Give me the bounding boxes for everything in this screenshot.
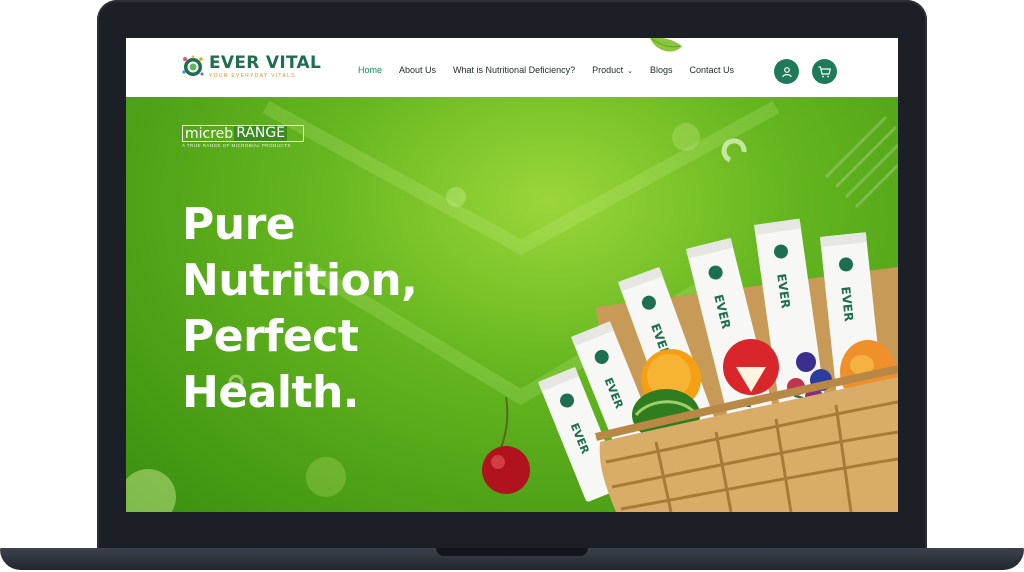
- hero-title-line: Nutrition,: [182, 255, 418, 306]
- microb-range-badge: micreb RANGE A TRUE RANGE OF MICROBIAL P…: [182, 125, 310, 148]
- browser-screen: EVER VITAL YOUR EVERYDAY VITALS Home Abo…: [126, 38, 898, 512]
- logo-name: EVER VITAL: [209, 53, 322, 73]
- hero-title-line: Perfect: [182, 311, 359, 362]
- hero-title-line: Pure: [182, 199, 296, 250]
- hero-title: Pure Nutrition, Perfect Health.: [182, 197, 482, 421]
- cart-icon: [818, 65, 831, 77]
- site-header: EVER VITAL YOUR EVERYDAY VITALS Home Abo…: [126, 38, 898, 97]
- user-icon: [781, 66, 792, 77]
- nav-home[interactable]: Home: [358, 65, 382, 75]
- badge-text-part1: micreb: [185, 125, 234, 142]
- cart-button[interactable]: [812, 59, 837, 84]
- nav-blogs[interactable]: Blogs: [650, 65, 673, 75]
- leaf-decoration-icon: [650, 38, 682, 52]
- nav-nutritional-deficiency[interactable]: What is Nutritional Deficiency?: [453, 65, 575, 75]
- nav-about-us[interactable]: About Us: [399, 65, 436, 75]
- badge-text-part2: RANGE: [234, 125, 288, 141]
- laptop-notch: [436, 548, 588, 556]
- nav-product[interactable]: Product ⌄: [592, 65, 633, 75]
- nav-product-label: Product: [592, 65, 624, 75]
- main-nav: Home About Us What is Nutritional Defici…: [358, 65, 751, 75]
- logo-tagline: YOUR EVERYDAY VITALS: [209, 73, 296, 79]
- account-button[interactable]: [774, 59, 799, 84]
- chevron-down-icon: ⌄: [627, 68, 633, 75]
- hero-banner: EVER EVER EVER EVER EVER EVER micreb RAN…: [126, 97, 898, 512]
- site-logo[interactable]: EVER VITAL YOUR EVERYDAY VITALS: [181, 54, 321, 79]
- badge-subtitle: A TRUE RANGE OF MICROBIAL PRODUCTS: [182, 143, 291, 148]
- logo-mark-icon: [182, 54, 204, 76]
- hero-title-line: Health.: [182, 367, 360, 418]
- nav-contact-us[interactable]: Contact Us: [690, 65, 735, 75]
